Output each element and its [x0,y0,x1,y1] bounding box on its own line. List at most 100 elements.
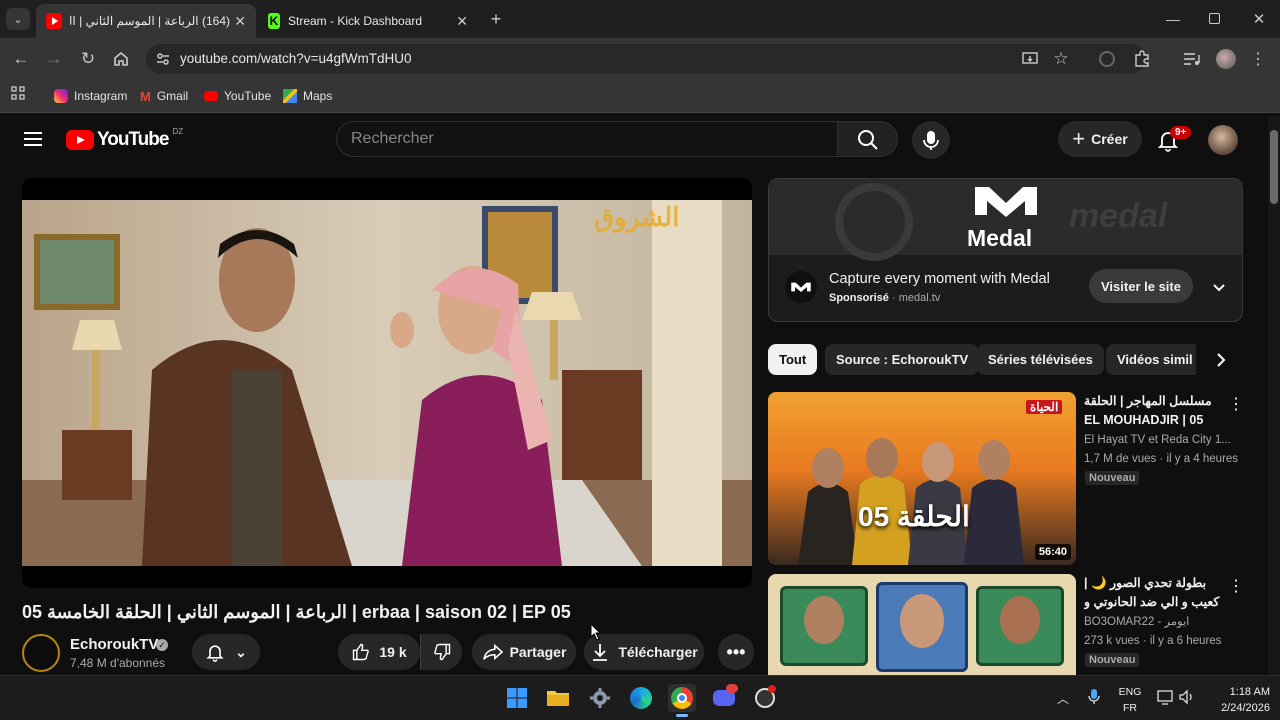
tab-search-button[interactable]: ⌄ [6,8,30,30]
close-window-icon[interactable]: ✕ [1248,8,1270,30]
chip-similar[interactable]: Vidéos simil [1106,344,1196,375]
notification-count-badge: 9+ [1170,126,1192,139]
new-tab-icon[interactable]: + [486,8,506,30]
network-icon[interactable] [1156,688,1174,706]
tab-youtube[interactable]: (164) الرباعة | الموسم الثاني | الح ✕ [36,4,256,38]
chrome-menu-icon[interactable]: ⋮ [1250,48,1266,70]
recommendation-title[interactable]: مسلسل المهاجر | الحلقة 05 | EL MOUHADJIR… [1084,392,1224,430]
bookmark-star-icon[interactable]: ☆ [1051,48,1071,70]
video-title: الرباعة | الموسم الثاني | الحلقة الخامسة… [22,602,571,622]
settings-gear-icon[interactable] [586,684,614,712]
obs-recorder-icon[interactable] [751,684,779,712]
plus-icon: + [1072,126,1086,151]
medal-bg-logo-icon [835,183,913,261]
create-button[interactable]: + Créer [1058,121,1142,157]
share-button[interactable]: Partager [472,634,576,670]
more-actions-button[interactable]: ••• [718,634,754,670]
reload-icon[interactable]: ↻ [77,48,99,70]
chevron-down-icon: ⌄ [235,643,247,660]
thumbnail-brand: الحياة [1026,400,1063,414]
discord-badge [726,684,738,693]
bookmark-youtube[interactable]: YouTube [204,86,271,106]
recommendation-thumbnail[interactable] [768,574,1076,675]
bookmark-maps[interactable]: Maps [283,86,332,106]
recommendation-thumbnail[interactable]: الحياة الحلقة 05 56:40 [768,392,1076,565]
site-info-icon[interactable] [152,48,174,70]
minimize-icon[interactable]: — [1162,8,1184,30]
channel-name[interactable]: EchoroukTV [70,636,158,653]
recommendation-meta: 273 k vues · il y a 6 heures [1084,635,1222,647]
download-label: Télécharger [618,644,698,660]
clock[interactable]: 1:18 AM 2/24/2026 [1200,684,1270,716]
more-horizontal-icon: ••• [726,641,746,662]
thumb-face [900,594,944,648]
media-control-icon[interactable] [1182,50,1202,68]
recommendation-channel[interactable]: El Hayat TV et Reda City 1... [1084,431,1240,450]
video-player[interactable]: الشروق [22,178,752,588]
more-options-icon[interactable]: ⋮ [1228,576,1244,596]
visit-site-button[interactable]: Visiter le site [1089,269,1193,303]
home-icon[interactable] [110,48,132,70]
like-button[interactable]: 19 k [338,634,420,670]
chips-next-icon[interactable] [1196,344,1244,375]
profile-avatar[interactable] [1216,49,1236,69]
dislike-button[interactable] [420,634,462,670]
close-tab-icon[interactable]: ✕ [234,13,246,30]
tab-title: Stream - Kick Dashboard [288,14,423,28]
file-explorer-icon[interactable] [544,684,572,712]
extensions-puzzle-icon[interactable] [1132,49,1152,69]
active-app-indicator [676,714,688,717]
chip-source[interactable]: Source : EchoroukTV [825,344,980,375]
search-icon [858,130,878,150]
thumbnail-people [798,438,1024,565]
install-app-icon[interactable] [1020,49,1040,69]
close-tab-icon[interactable]: ✕ [456,13,468,30]
medal-wordmark: Medal [967,225,1033,251]
search-button[interactable] [838,121,898,157]
medal-bg-text: medal [1069,197,1168,235]
channel-avatar[interactable] [22,634,60,672]
maximize-icon[interactable] [1209,13,1220,24]
windows-start-icon[interactable] [503,684,531,712]
discord-icon[interactable] [710,684,738,712]
back-icon[interactable]: ← [10,48,32,70]
language-indicator[interactable]: ENG FR [1117,684,1143,716]
chrome-browser-icon[interactable] [668,684,696,712]
chip-all[interactable]: Tout [768,344,818,375]
microphone-tray-icon[interactable] [1087,688,1101,706]
system-tray-chevron-icon[interactable]: ︿ [1054,690,1072,706]
ad-expand-chevron-icon[interactable] [1209,277,1229,297]
tab-kick[interactable]: K Stream - Kick Dashboard ✕ [258,4,478,38]
ad-headline[interactable]: Capture every moment with Medal [829,271,1050,287]
search-input[interactable]: Rechercher [336,121,838,157]
account-avatar[interactable] [1208,125,1238,155]
bookmark-gmail[interactable]: M Gmail [140,86,188,106]
bookmark-label: Maps [303,89,333,103]
recommendation-title[interactable]: بطولة تحدي الصور 🌙 | كعيب و الي ضد الحان… [1084,574,1224,612]
forward-icon[interactable]: → [43,48,65,70]
more-options-icon[interactable]: ⋮ [1228,394,1244,414]
chip-tv-series[interactable]: Séries télévisées [977,344,1104,375]
youtube-logo[interactable]: YouTube DZ [66,127,183,151]
sponsored-label: Sponsorisé [829,292,889,304]
volume-icon[interactable] [1178,688,1196,706]
bookmark-label: Gmail [156,89,189,103]
kick-favicon-icon: K [268,13,280,29]
recommendation-channel[interactable]: BO3OMAR22 - ايومر [1084,613,1189,632]
bookmark-instagram[interactable]: Instagram [54,86,127,106]
ad-card[interactable]: medal Medal Capture every moment with Me… [768,178,1243,322]
url-text[interactable]: youtube.com/watch?v=u4gfWmTdHU0 [180,51,411,66]
scrollbar-thumb[interactable] [1270,130,1278,204]
subscriber-count: 7,48 M d'abonnés [70,656,166,670]
apps-grid-icon[interactable] [11,86,25,100]
voice-search-button[interactable] [912,121,950,159]
hamburger-menu-icon[interactable] [24,130,42,148]
extension-icon[interactable] [1099,51,1115,67]
clock-date: 2/24/2026 [1221,702,1270,714]
subscribe-bell-button[interactable]: ⌄ [192,634,260,670]
like-count: 19 k [379,644,407,660]
edge-browser-icon[interactable] [627,684,655,712]
download-button[interactable]: Télécharger [584,634,704,670]
language-secondary: FR [1123,702,1137,714]
medal-logo-icon [975,187,1037,217]
